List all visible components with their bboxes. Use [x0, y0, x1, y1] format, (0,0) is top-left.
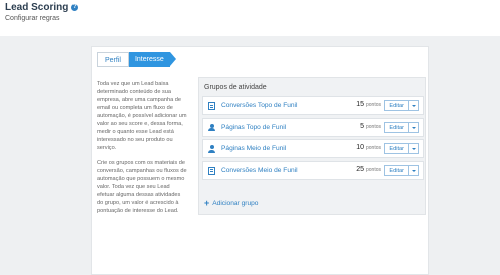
group-name-link[interactable]: Páginas Topo de Funil [221, 124, 286, 131]
score-unit: pontos [365, 123, 381, 130]
tab-perfil[interactable]: Perfil [97, 52, 129, 67]
group-row: Páginas Topo de Funil 5 pontos Editar [202, 117, 424, 137]
group-list: Conversões Topo de Funil 15 pontos Edita… [202, 96, 424, 182]
page-header: Lead Scoring ? Configurar regras [0, 0, 500, 36]
user-pin-icon [208, 145, 215, 153]
group-row: Páginas Meio de Funil 10 pontos Editar [202, 139, 424, 158]
score-value: 5 [360, 122, 364, 130]
score-value: 10 [356, 144, 364, 151]
group-name-link[interactable]: Páginas Meio de Funil [221, 145, 286, 152]
group-score: 25 pontos [356, 166, 381, 173]
group-score: 10 pontos [356, 144, 381, 151]
document-icon [208, 166, 215, 175]
group-row: Conversões Meio de Funil 25 pontos Edita… [202, 160, 424, 180]
group-score: 5 pontos [360, 123, 381, 130]
edit-button[interactable]: Editar [384, 121, 409, 133]
add-group-label: Adicionar grupo [212, 199, 259, 207]
description-paragraph-2: Crie os grupos com os materiais de conve… [97, 160, 187, 214]
description: Toda vez que um Lead baixa determinado c… [97, 80, 187, 222]
score-value: 15 [356, 101, 364, 108]
chevron-down-icon[interactable] [409, 143, 419, 154]
help-icon[interactable]: ? [71, 4, 79, 11]
tab-bar: Perfil Interesse [97, 52, 176, 67]
group-name-link[interactable]: Conversões Meio de Funil [221, 167, 298, 174]
edit-button[interactable]: Editar [384, 164, 409, 176]
content-card: Perfil Interesse Toda vez que um Lead ba… [91, 46, 429, 275]
panel-title: Grupos de atividade [204, 84, 267, 91]
title-row: Lead Scoring ? [5, 2, 79, 13]
chevron-down-icon[interactable] [409, 164, 419, 176]
edit-button[interactable]: Editar [384, 100, 409, 111]
group-row: Conversões Topo de Funil 15 pontos Edita… [202, 96, 424, 115]
page-title: Lead Scoring [5, 2, 69, 13]
document-icon [208, 102, 215, 110]
chevron-down-icon[interactable] [409, 100, 419, 111]
add-group-button[interactable]: + Adicionar grupo [204, 198, 259, 208]
group-score: 15 pontos [356, 101, 381, 108]
description-paragraph-1: Toda vez que um Lead baixa determinado c… [97, 81, 187, 151]
activity-groups-panel: Grupos de atividade Conversões Topo de F… [198, 77, 426, 215]
score-value: 25 [356, 165, 364, 173]
edit-button[interactable]: Editar [384, 143, 409, 154]
score-unit: pontos [365, 145, 381, 151]
tab-interesse[interactable]: Interesse [128, 52, 176, 67]
score-unit: pontos [365, 166, 381, 173]
user-pin-icon [208, 123, 215, 132]
plus-icon: + [204, 198, 210, 208]
chevron-down-icon[interactable] [409, 121, 419, 133]
score-unit: pontos [365, 102, 381, 108]
group-name-link[interactable]: Conversões Topo de Funil [221, 102, 297, 109]
page-subtitle: Configurar regras [5, 15, 60, 22]
